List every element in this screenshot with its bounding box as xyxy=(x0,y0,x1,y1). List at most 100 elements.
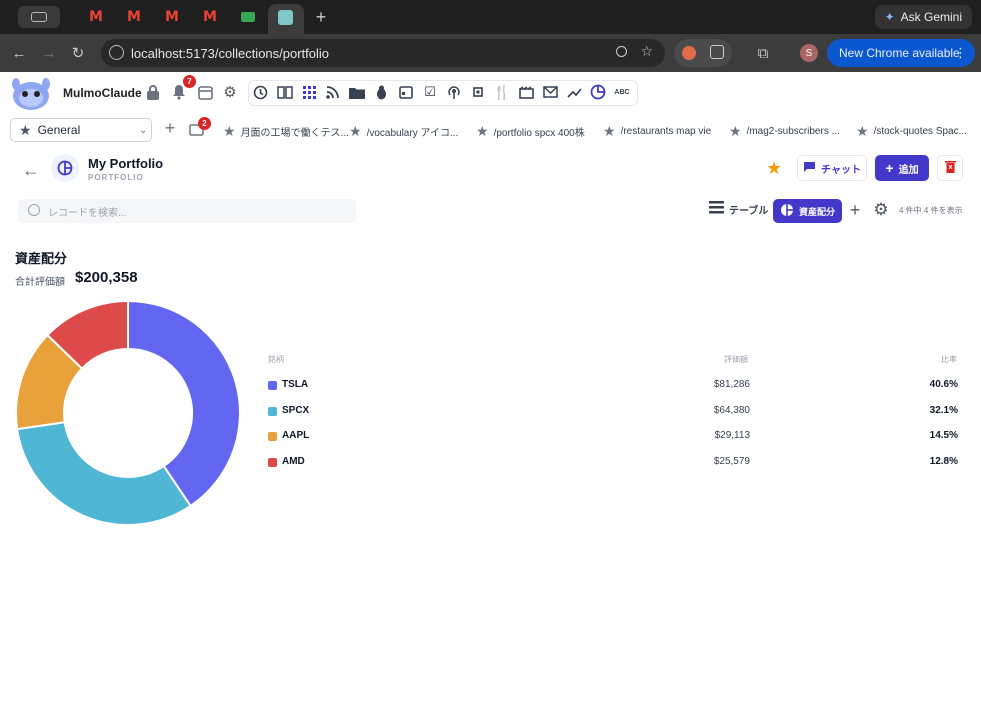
sparkle-icon: ✦ xyxy=(884,10,895,24)
zoom-icon[interactable] xyxy=(616,46,627,57)
book-icon[interactable] xyxy=(275,82,295,102)
bookmark-star-icon[interactable]: ☆ xyxy=(640,43,653,60)
app-page: MulmoClaude 7 ⚙ ☑ 🍴 ABC ★ General ⌄ + 2 … xyxy=(0,72,981,720)
clock-icon[interactable] xyxy=(250,82,270,102)
bookmark-label: /mag2-subscribers ... xyxy=(746,126,840,137)
chip-icon[interactable] xyxy=(468,82,488,102)
extension-icon[interactable] xyxy=(682,46,696,60)
add-view-plus-icon[interactable]: + xyxy=(845,200,865,220)
table-row[interactable]: AMD $25,579 12.8% xyxy=(268,453,960,473)
back-arrow-icon[interactable]: ← xyxy=(22,160,40,181)
donut-slice-spcx[interactable] xyxy=(16,421,192,526)
legend-swatch xyxy=(268,381,277,390)
table-row[interactable]: TSLA $81,286 40.6% xyxy=(268,376,960,396)
url-text: localhost:5173/collections/portfolio xyxy=(131,45,330,61)
new-tab-plus-icon[interactable]: + xyxy=(311,7,331,27)
view-table-label: テーブル xyxy=(729,205,769,217)
reload-icon[interactable]: ↻ xyxy=(69,44,87,62)
add-workspace-plus-icon[interactable]: + xyxy=(160,118,180,138)
table-row[interactable]: SPCX $64,380 32.1% xyxy=(268,402,960,422)
ask-gemini-label: Ask Gemini xyxy=(900,10,962,24)
new-chrome-available-button[interactable]: New Chrome available ⋮ xyxy=(827,39,975,67)
bookmark-item[interactable]: ★ /restaurants map vie xyxy=(603,123,711,140)
search-placeholder: レコードを検索... xyxy=(48,207,127,219)
kebab-menu-icon[interactable]: ⋮ xyxy=(954,45,967,61)
gmail-tab-icon[interactable]: M xyxy=(162,7,182,27)
bookmark-item[interactable]: ★ /vocabulary アイコ... xyxy=(349,123,458,140)
bookmark-item[interactable]: ★ /mag2-subscribers ... xyxy=(729,123,840,140)
legend-swatch xyxy=(268,432,277,441)
spellcheck-icon[interactable]: ABC xyxy=(612,82,632,102)
bookmark-item[interactable]: ★ /stock-quotes Spac... xyxy=(856,123,967,140)
legend-swatch xyxy=(268,458,277,467)
tab-search-icon[interactable]: ⧉ xyxy=(754,44,772,62)
legend-swatch xyxy=(268,407,277,416)
back-arrow-icon[interactable]: ← xyxy=(10,44,28,62)
allocation-donut-chart xyxy=(15,300,241,526)
gear-icon[interactable]: ⚙ xyxy=(220,82,240,102)
movie-icon[interactable] xyxy=(516,82,536,102)
calendar-icon[interactable] xyxy=(195,82,215,102)
grid-icon[interactable] xyxy=(299,82,319,102)
ratio-cell: 12.8% xyxy=(929,456,958,467)
folder-icon[interactable] xyxy=(347,82,367,102)
puzzle-icon[interactable] xyxy=(710,45,724,59)
checklist-icon[interactable]: ☑ xyxy=(420,82,440,102)
lock-icon[interactable] xyxy=(143,82,163,102)
calendar-event-icon[interactable] xyxy=(396,82,416,102)
view-table-button[interactable]: テーブル xyxy=(709,201,768,217)
trending-up-icon[interactable] xyxy=(564,82,584,102)
bookmark-item[interactable]: ★ 月面の工場で働くテス... xyxy=(223,123,349,140)
bug-icon[interactable] xyxy=(371,82,391,102)
sheets-tab-icon[interactable] xyxy=(238,7,258,27)
forward-arrow-icon[interactable]: → xyxy=(40,44,58,62)
search-input[interactable]: レコードを検索... xyxy=(18,199,356,223)
restaurant-icon[interactable]: 🍴 xyxy=(492,82,512,102)
files-badge: 2 xyxy=(198,117,211,130)
ratio-cell: 14.5% xyxy=(929,430,958,441)
value-cell: $64,380 xyxy=(713,405,750,416)
active-tab[interactable] xyxy=(268,4,304,34)
favorite-star-icon[interactable]: ★ xyxy=(766,158,782,179)
view-chart-button[interactable]: 資産配分 xyxy=(773,199,842,223)
address-bar[interactable]: localhost:5173/collections/portfolio ☆ xyxy=(101,39,665,67)
gear-icon[interactable]: ⚙ xyxy=(871,200,891,220)
site-info-icon[interactable] xyxy=(109,45,124,60)
chevron-down-icon: ⌄ xyxy=(139,124,148,136)
browser-toolbar: ← → ↻ localhost:5173/collections/portfol… xyxy=(0,34,981,72)
view-chart-label: 資産配分 xyxy=(798,206,835,217)
page-subtitle: PORTFOLIO xyxy=(88,173,144,182)
extensions-group xyxy=(674,39,732,67)
delete-button[interactable] xyxy=(937,155,963,181)
section-heading: 資産配分 xyxy=(15,251,68,266)
ask-gemini-button[interactable]: ✦ Ask Gemini xyxy=(874,5,972,29)
workspace-select[interactable]: ★ General ⌄ xyxy=(10,118,152,142)
rss-icon[interactable] xyxy=(322,82,342,102)
ratio-cell: 32.1% xyxy=(929,405,958,416)
symbol-cell: AMD xyxy=(282,456,305,467)
chat-button[interactable]: チャット xyxy=(797,155,867,181)
value-cell: $25,579 xyxy=(713,456,750,467)
symbol-cell: SPCX xyxy=(282,405,310,416)
search-icon xyxy=(28,204,40,216)
symbol-cell: AAPL xyxy=(282,430,310,441)
mail-icon[interactable] xyxy=(540,82,560,102)
mascot-logo xyxy=(12,78,50,110)
add-label: 追加 xyxy=(898,164,919,176)
gmail-tab-icon[interactable]: M xyxy=(86,7,106,27)
add-button[interactable]: + 追加 xyxy=(875,155,929,181)
bookmark-item[interactable]: ★ /portfolio spcx 400株 xyxy=(476,123,585,140)
symbol-cell: TSLA xyxy=(282,379,309,390)
total-label: 合計評価額 xyxy=(15,277,65,288)
table-row[interactable]: AAPL $29,113 14.5% xyxy=(268,427,960,447)
profile-switcher-tab[interactable] xyxy=(18,6,60,28)
star-icon: ★ xyxy=(603,123,616,139)
gmail-tab-icon[interactable]: M xyxy=(200,7,220,27)
profile-avatar[interactable]: S xyxy=(800,44,818,62)
brand-name: MulmoClaude xyxy=(63,86,142,100)
gmail-tab-icon[interactable]: M xyxy=(124,7,144,27)
podcast-icon[interactable] xyxy=(444,82,464,102)
star-icon: ★ xyxy=(19,121,32,138)
pie-chart-icon[interactable] xyxy=(588,82,608,102)
plus-icon: + xyxy=(885,160,894,176)
